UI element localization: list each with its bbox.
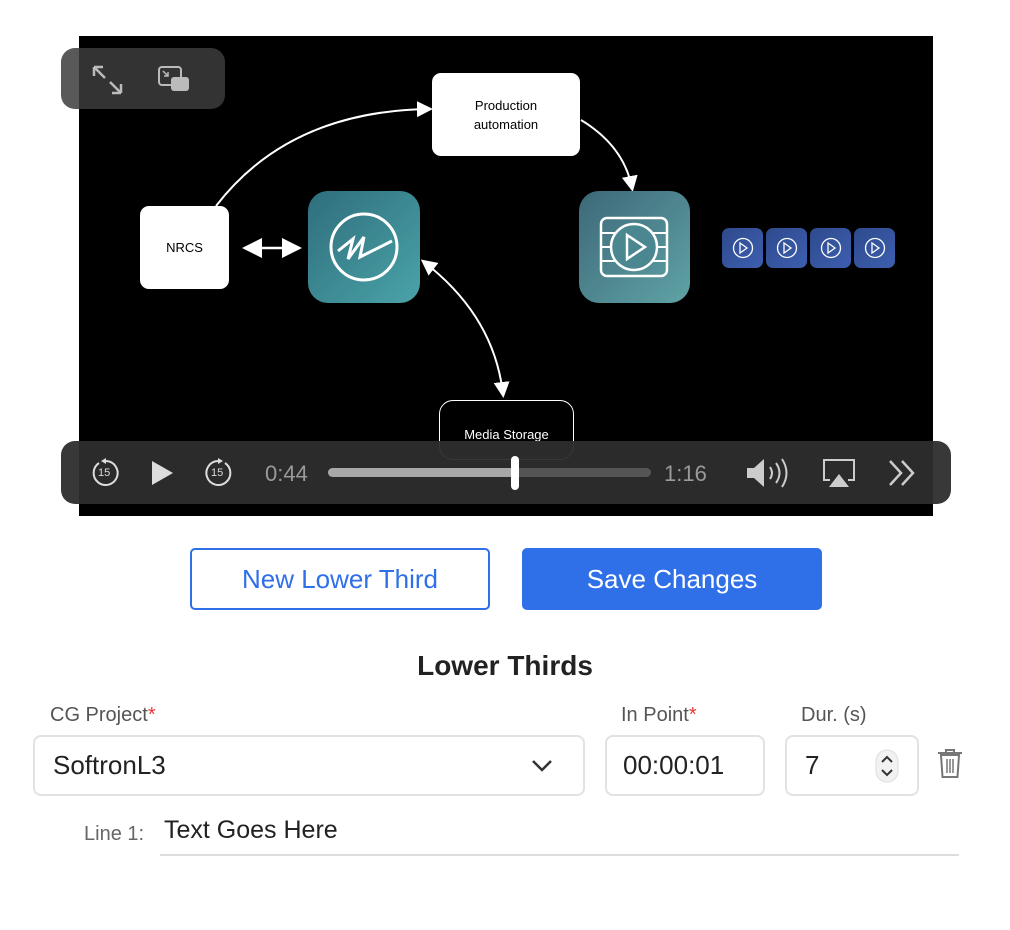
- more-chevron-icon[interactable]: [887, 459, 919, 487]
- section-title: Lower Thirds: [417, 650, 593, 681]
- play-channel-icon: [766, 228, 807, 268]
- logo-icon: [329, 212, 399, 282]
- line1-label: Line 1:: [84, 823, 145, 845]
- play-channel-icon: [810, 228, 851, 268]
- nrcs-box: NRCS: [140, 206, 229, 289]
- stepper-arrows-icon[interactable]: [875, 749, 899, 783]
- progress-slider[interactable]: [328, 456, 651, 490]
- channel-tiles: [722, 228, 895, 268]
- save-changes-button[interactable]: Save Changes: [522, 548, 822, 610]
- progress-fill: [328, 468, 516, 477]
- progress-thumb[interactable]: [511, 456, 520, 490]
- chevron-down-icon: [532, 760, 552, 772]
- duration-label: Dur. (s): [801, 704, 867, 726]
- skip-forward-15-button[interactable]: 15: [203, 458, 233, 488]
- new-lower-third-button[interactable]: New Lower Third: [190, 548, 490, 610]
- current-time: 0:44: [265, 461, 308, 486]
- cg-project-select[interactable]: SoftronL3: [33, 735, 585, 796]
- duration-time: 1:16: [664, 461, 707, 486]
- play-channel-icon: [854, 228, 895, 268]
- line1-input[interactable]: Text Goes Here: [160, 816, 959, 856]
- duration-stepper[interactable]: 7: [785, 735, 919, 796]
- trash-icon[interactable]: [937, 747, 963, 779]
- playback-bar: 15 15 0:44 1:16: [61, 441, 951, 504]
- skip-back-15-button[interactable]: 15: [91, 458, 121, 488]
- in-point-input[interactable]: 00:00:01: [605, 735, 765, 796]
- picture-in-picture-icon[interactable]: [157, 65, 191, 95]
- fullscreen-icon[interactable]: [91, 64, 125, 96]
- play-button[interactable]: [150, 460, 174, 486]
- top-controls: [61, 48, 225, 109]
- logo-tile: [308, 191, 420, 303]
- cg-project-label: CG Project*: [50, 704, 156, 726]
- playout-tile: [579, 191, 690, 303]
- airplay-icon[interactable]: [822, 458, 856, 488]
- playout-icon: [599, 216, 669, 278]
- volume-icon[interactable]: [745, 457, 793, 489]
- play-channel-icon: [722, 228, 763, 268]
- in-point-label: In Point*: [621, 704, 697, 726]
- production-automation-box: Production automation: [432, 73, 580, 156]
